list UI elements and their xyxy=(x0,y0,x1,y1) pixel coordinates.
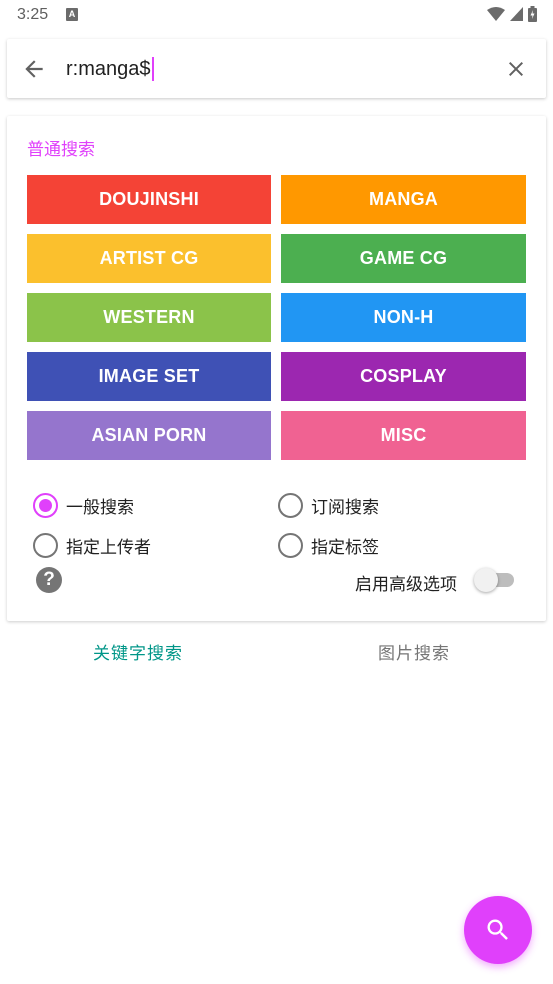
category-label: ASIAN PORN xyxy=(91,425,207,445)
category-button-manga[interactable]: MANGA xyxy=(281,175,526,224)
category-label: NON-H xyxy=(373,307,434,327)
search-icon xyxy=(487,919,508,940)
advanced-options-label: 启用高级选项 xyxy=(355,575,457,594)
close-icon xyxy=(509,62,523,76)
search-type-tabs: 关键字搜索 图片搜索 xyxy=(0,634,553,674)
tab-image-search[interactable]: 图片搜索 xyxy=(276,634,552,674)
clear-button[interactable] xyxy=(504,57,528,81)
radio-specify-tag[interactable]: 指定标签 xyxy=(278,532,523,558)
radio-button[interactable] xyxy=(278,492,303,518)
battery-charging-icon xyxy=(528,6,537,22)
advanced-options-toggle[interactable] xyxy=(474,568,514,592)
radio-button[interactable] xyxy=(33,532,58,558)
back-button[interactable] xyxy=(21,56,47,82)
category-button-western[interactable]: WESTERN xyxy=(27,293,271,342)
category-label: ARTIST CG xyxy=(99,248,199,268)
radio-dot xyxy=(39,498,52,512)
radio-subscription-search[interactable]: 订阅搜索 xyxy=(278,492,523,518)
text-caret xyxy=(151,57,154,81)
status-time: 3:25 xyxy=(17,6,49,23)
category-button-image-set[interactable]: IMAGE SET xyxy=(27,352,271,401)
radio-label: 指定上传者 xyxy=(66,537,151,557)
status-icons xyxy=(487,6,537,22)
category-button-doujinshi[interactable]: DOUJINSHI xyxy=(27,175,271,224)
category-label: GAME CG xyxy=(359,248,448,268)
category-grid: DOUJINSHI MANGA ARTIST CG GAME CG WESTER… xyxy=(27,175,526,460)
category-button-non-h[interactable]: NON-H xyxy=(281,293,526,342)
category-button-misc[interactable]: MISC xyxy=(281,411,526,460)
a-icon: A xyxy=(66,8,78,21)
category-button-cosplay[interactable]: COSPLAY xyxy=(281,352,526,401)
category-label: MANGA xyxy=(369,189,438,209)
category-button-artist-cg[interactable]: ARTIST CG xyxy=(27,234,271,283)
search-mode-radio-group: 一般搜索 订阅搜索 指定上传者 指定标签 xyxy=(33,485,523,565)
radio-label: 指定标签 xyxy=(311,537,379,557)
question-mark-icon[interactable]: ? xyxy=(36,567,62,593)
category-label: WESTERN xyxy=(103,307,195,327)
search-input-value: r:manga$ xyxy=(66,57,151,80)
radio-normal-search[interactable]: 一般搜索 xyxy=(33,492,278,518)
tab-keyword-search[interactable]: 关键字搜索 xyxy=(0,634,276,674)
radio-label: 一般搜索 xyxy=(66,497,134,517)
wifi-icon xyxy=(487,7,505,21)
category-label: DOUJINSHI xyxy=(99,189,199,209)
category-label: COSPLAY xyxy=(360,366,447,386)
category-label: IMAGE SET xyxy=(98,366,200,386)
search-options-panel: 普通搜索 DOUJINSHI MANGA ARTIST CG GAME CG W… xyxy=(7,116,546,621)
radio-button[interactable] xyxy=(33,492,58,518)
radio-label: 订阅搜索 xyxy=(311,497,379,517)
status-bar: 3:25 A xyxy=(0,0,553,32)
section-title: 普通搜索 xyxy=(27,140,95,159)
category-button-game-cg[interactable]: GAME CG xyxy=(281,234,526,283)
signal-icon xyxy=(510,7,523,21)
radio-specify-uploader[interactable]: 指定上传者 xyxy=(33,532,278,558)
category-label: MISC xyxy=(380,425,427,445)
toggle-thumb xyxy=(474,568,498,592)
category-button-asian-porn[interactable]: ASIAN PORN xyxy=(27,411,271,460)
search-fab-button[interactable] xyxy=(464,896,532,964)
search-bar: r:manga$ xyxy=(7,39,546,98)
search-input[interactable]: r:manga$ xyxy=(66,53,154,85)
radio-button[interactable] xyxy=(278,532,303,558)
arrow-left-icon xyxy=(25,60,43,78)
